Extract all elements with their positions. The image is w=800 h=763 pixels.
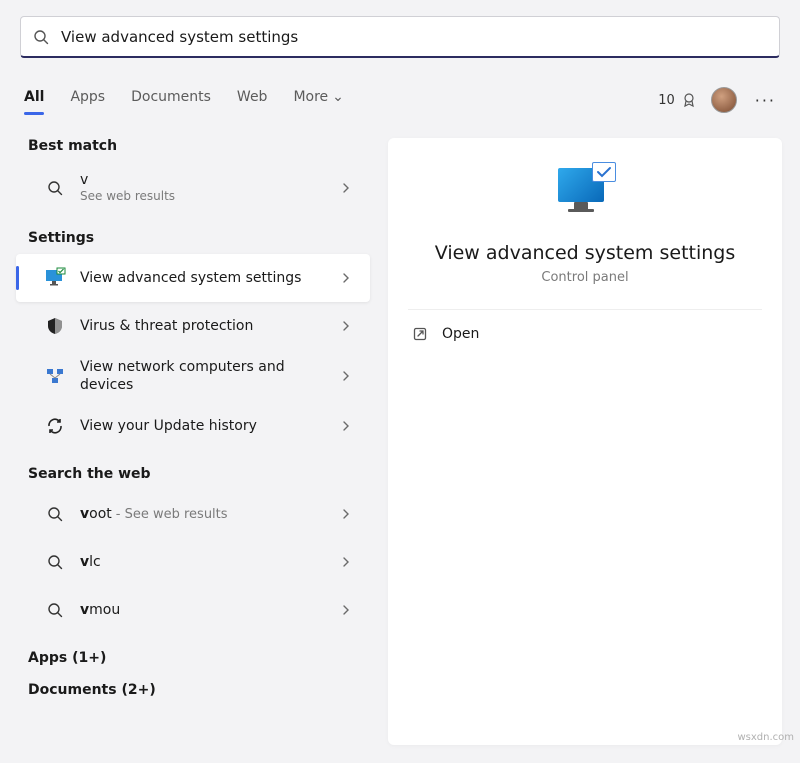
search-input[interactable] xyxy=(59,27,767,47)
preview-pane: View advanced system settings Control pa… xyxy=(388,138,782,745)
refresh-icon xyxy=(44,415,66,437)
section-best-match: Best match xyxy=(28,138,380,154)
result-subtitle: See web results xyxy=(80,189,340,205)
shield-icon xyxy=(44,315,66,337)
monitor-icon xyxy=(44,267,66,289)
section-search-web: Search the web xyxy=(28,466,380,482)
result-title: View network computers and devices xyxy=(80,358,340,394)
result-title: vlc xyxy=(80,553,340,571)
result-best-match[interactable]: v See web results xyxy=(16,162,370,214)
header-tools: 10 ··· xyxy=(658,87,780,114)
preview-subtitle: Control panel xyxy=(541,270,628,285)
tab-documents[interactable]: Documents xyxy=(131,89,211,111)
result-setting-advanced-system[interactable]: View advanced system settings xyxy=(16,254,370,302)
section-documents-group[interactable]: Documents (2+) xyxy=(28,682,380,698)
tab-more[interactable]: More⌄ xyxy=(293,89,343,111)
result-title: voot- See web results xyxy=(80,505,340,524)
search-icon xyxy=(44,599,66,621)
result-setting-virus-protection[interactable]: Virus & threat protection xyxy=(16,302,370,350)
tab-web[interactable]: Web xyxy=(237,89,268,111)
open-external-icon xyxy=(412,326,428,342)
preview-header: View advanced system settings Control pa… xyxy=(408,164,762,310)
content-area: Best match v See web results Settings Vi… xyxy=(0,138,800,745)
result-title: Virus & threat protection xyxy=(80,317,340,335)
result-title: vmou xyxy=(80,601,340,619)
monitor-check-icon xyxy=(556,164,614,222)
result-web-vlc[interactable]: vlc xyxy=(16,538,370,586)
chevron-right-icon xyxy=(340,556,352,568)
user-avatar[interactable] xyxy=(711,87,737,113)
more-options-button[interactable]: ··· xyxy=(751,87,780,114)
result-setting-update-history[interactable]: View your Update history xyxy=(16,402,370,450)
chevron-right-icon xyxy=(340,182,352,194)
search-icon xyxy=(33,29,49,45)
search-icon xyxy=(44,177,66,199)
preview-title: View advanced system settings xyxy=(435,242,736,264)
search-icon xyxy=(44,503,66,525)
search-bar[interactable] xyxy=(20,16,780,58)
result-title: v xyxy=(80,171,340,189)
result-setting-network-computers[interactable]: View network computers and devices xyxy=(16,350,370,402)
rewards-count: 10 xyxy=(658,93,675,108)
chevron-down-icon: ⌄ xyxy=(332,89,344,105)
tab-more-label: More xyxy=(293,89,328,105)
chevron-right-icon xyxy=(340,370,352,382)
rewards-badge[interactable]: 10 xyxy=(658,92,697,108)
result-web-voot[interactable]: voot- See web results xyxy=(16,490,370,538)
tab-all[interactable]: All xyxy=(24,89,44,111)
chevron-right-icon xyxy=(340,420,352,432)
chevron-right-icon xyxy=(340,272,352,284)
section-apps-group[interactable]: Apps (1+) xyxy=(28,650,380,666)
result-title: View advanced system settings xyxy=(80,269,340,287)
search-icon xyxy=(44,551,66,573)
filter-tabs: All Apps Documents Web More⌄ xyxy=(24,89,344,111)
medal-icon xyxy=(681,92,697,108)
chevron-right-icon xyxy=(340,604,352,616)
action-open[interactable]: Open xyxy=(408,310,762,358)
results-column: Best match v See web results Settings Vi… xyxy=(0,138,380,745)
result-web-vmou[interactable]: vmou xyxy=(16,586,370,634)
tabs-row: All Apps Documents Web More⌄ 10 ··· xyxy=(24,80,780,120)
result-title: View your Update history xyxy=(80,417,340,435)
chevron-right-icon xyxy=(340,508,352,520)
network-icon xyxy=(44,365,66,387)
section-settings: Settings xyxy=(28,230,380,246)
action-open-label: Open xyxy=(442,326,479,342)
watermark: wsxdn.com xyxy=(737,732,794,743)
tab-apps[interactable]: Apps xyxy=(70,89,105,111)
chevron-right-icon xyxy=(340,320,352,332)
